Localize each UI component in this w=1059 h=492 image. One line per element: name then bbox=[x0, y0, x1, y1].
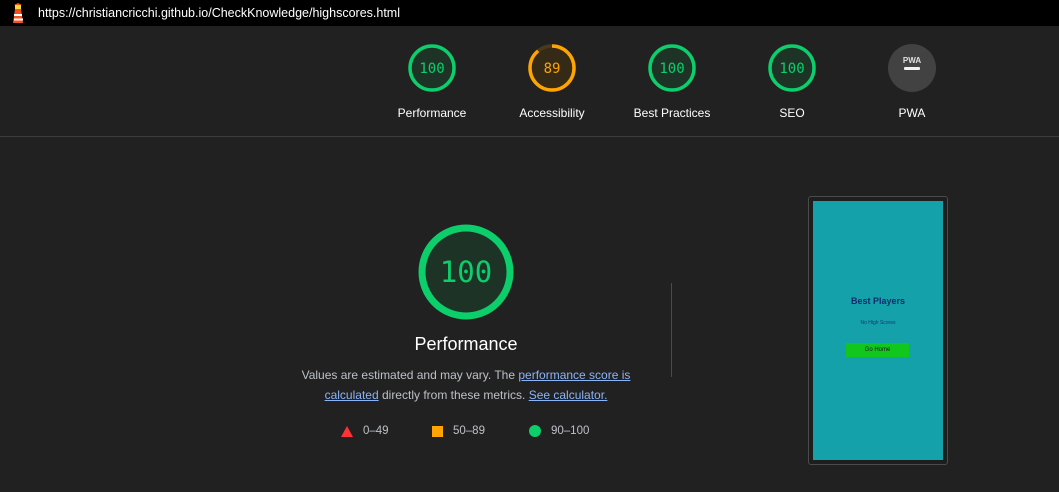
gauge-label: SEO bbox=[779, 106, 805, 120]
thumbnail-subtitle: No High Scores bbox=[860, 320, 896, 326]
desc-text: directly from these metrics. bbox=[378, 388, 529, 402]
thumbnail-title: Best Players bbox=[850, 296, 906, 306]
performance-gauge-icon: 100 bbox=[408, 44, 456, 92]
gauge-score: 100 bbox=[659, 61, 684, 77]
performance-section: 100 Performance Values are estimated and… bbox=[0, 138, 1059, 492]
gauge-score: 89 bbox=[544, 61, 561, 77]
gauge-accessibility[interactable]: 89 Accessibility bbox=[492, 43, 612, 120]
page-screenshot-thumbnail[interactable]: Best Players No High Scores Go Home bbox=[808, 196, 948, 465]
gauge-best-practices[interactable]: 100 Best Practices bbox=[612, 43, 732, 120]
legend-fail: 0–49 bbox=[341, 425, 389, 437]
gauge-label: PWA bbox=[898, 106, 926, 120]
thumbnail-screen: Best Players No High Scores Go Home bbox=[813, 201, 943, 460]
gauge-performance[interactable]: 100 Performance bbox=[372, 43, 492, 120]
performance-score: 100 bbox=[440, 255, 492, 289]
gauge-score: 100 bbox=[419, 61, 444, 77]
legend-range: 50–89 bbox=[453, 425, 485, 437]
see-calculator-link[interactable]: See calculator. bbox=[529, 388, 608, 402]
performance-title: Performance bbox=[414, 334, 518, 354]
gauge-label: Best Practices bbox=[633, 106, 711, 120]
gauge-label: Performance bbox=[397, 106, 467, 120]
gauge-seo[interactable]: 100 SEO bbox=[732, 43, 852, 120]
legend-range: 0–49 bbox=[363, 425, 389, 437]
best-practices-gauge-icon: 100 bbox=[648, 44, 696, 92]
lighthouse-logo-icon bbox=[13, 3, 23, 23]
legend-average: 50–89 bbox=[432, 425, 485, 437]
triangle-icon bbox=[341, 425, 353, 437]
performance-score-gauge-icon: 100 bbox=[418, 224, 514, 320]
gauge-label: Accessibility bbox=[519, 106, 585, 120]
performance-description: Values are estimated and may vary. The p… bbox=[290, 365, 642, 405]
gauge-score: 100 bbox=[779, 61, 804, 77]
pwa-badge-icon: PWA bbox=[888, 44, 936, 92]
url-text[interactable]: https://christiancricchi.github.io/Check… bbox=[38, 6, 400, 20]
thumbnail-go-home-button: Go Home bbox=[846, 343, 909, 357]
desc-text: Values are estimated and may vary. The bbox=[301, 368, 519, 382]
circle-icon bbox=[529, 425, 541, 437]
accessibility-gauge-icon: 89 bbox=[528, 44, 576, 92]
browser-address-bar: https://christiancricchi.github.io/Check… bbox=[0, 0, 1059, 26]
square-icon bbox=[432, 425, 443, 437]
category-scores: 100 Performance 89 Accessibility 100 Bes… bbox=[0, 26, 1059, 137]
legend-pass: 90–100 bbox=[529, 425, 589, 437]
seo-gauge-icon: 100 bbox=[768, 44, 816, 92]
legend-range: 90–100 bbox=[551, 425, 590, 437]
gauge-pwa[interactable]: PWA PWA bbox=[852, 43, 972, 120]
svg-text:PWA: PWA bbox=[903, 56, 921, 65]
section-divider bbox=[671, 283, 672, 377]
